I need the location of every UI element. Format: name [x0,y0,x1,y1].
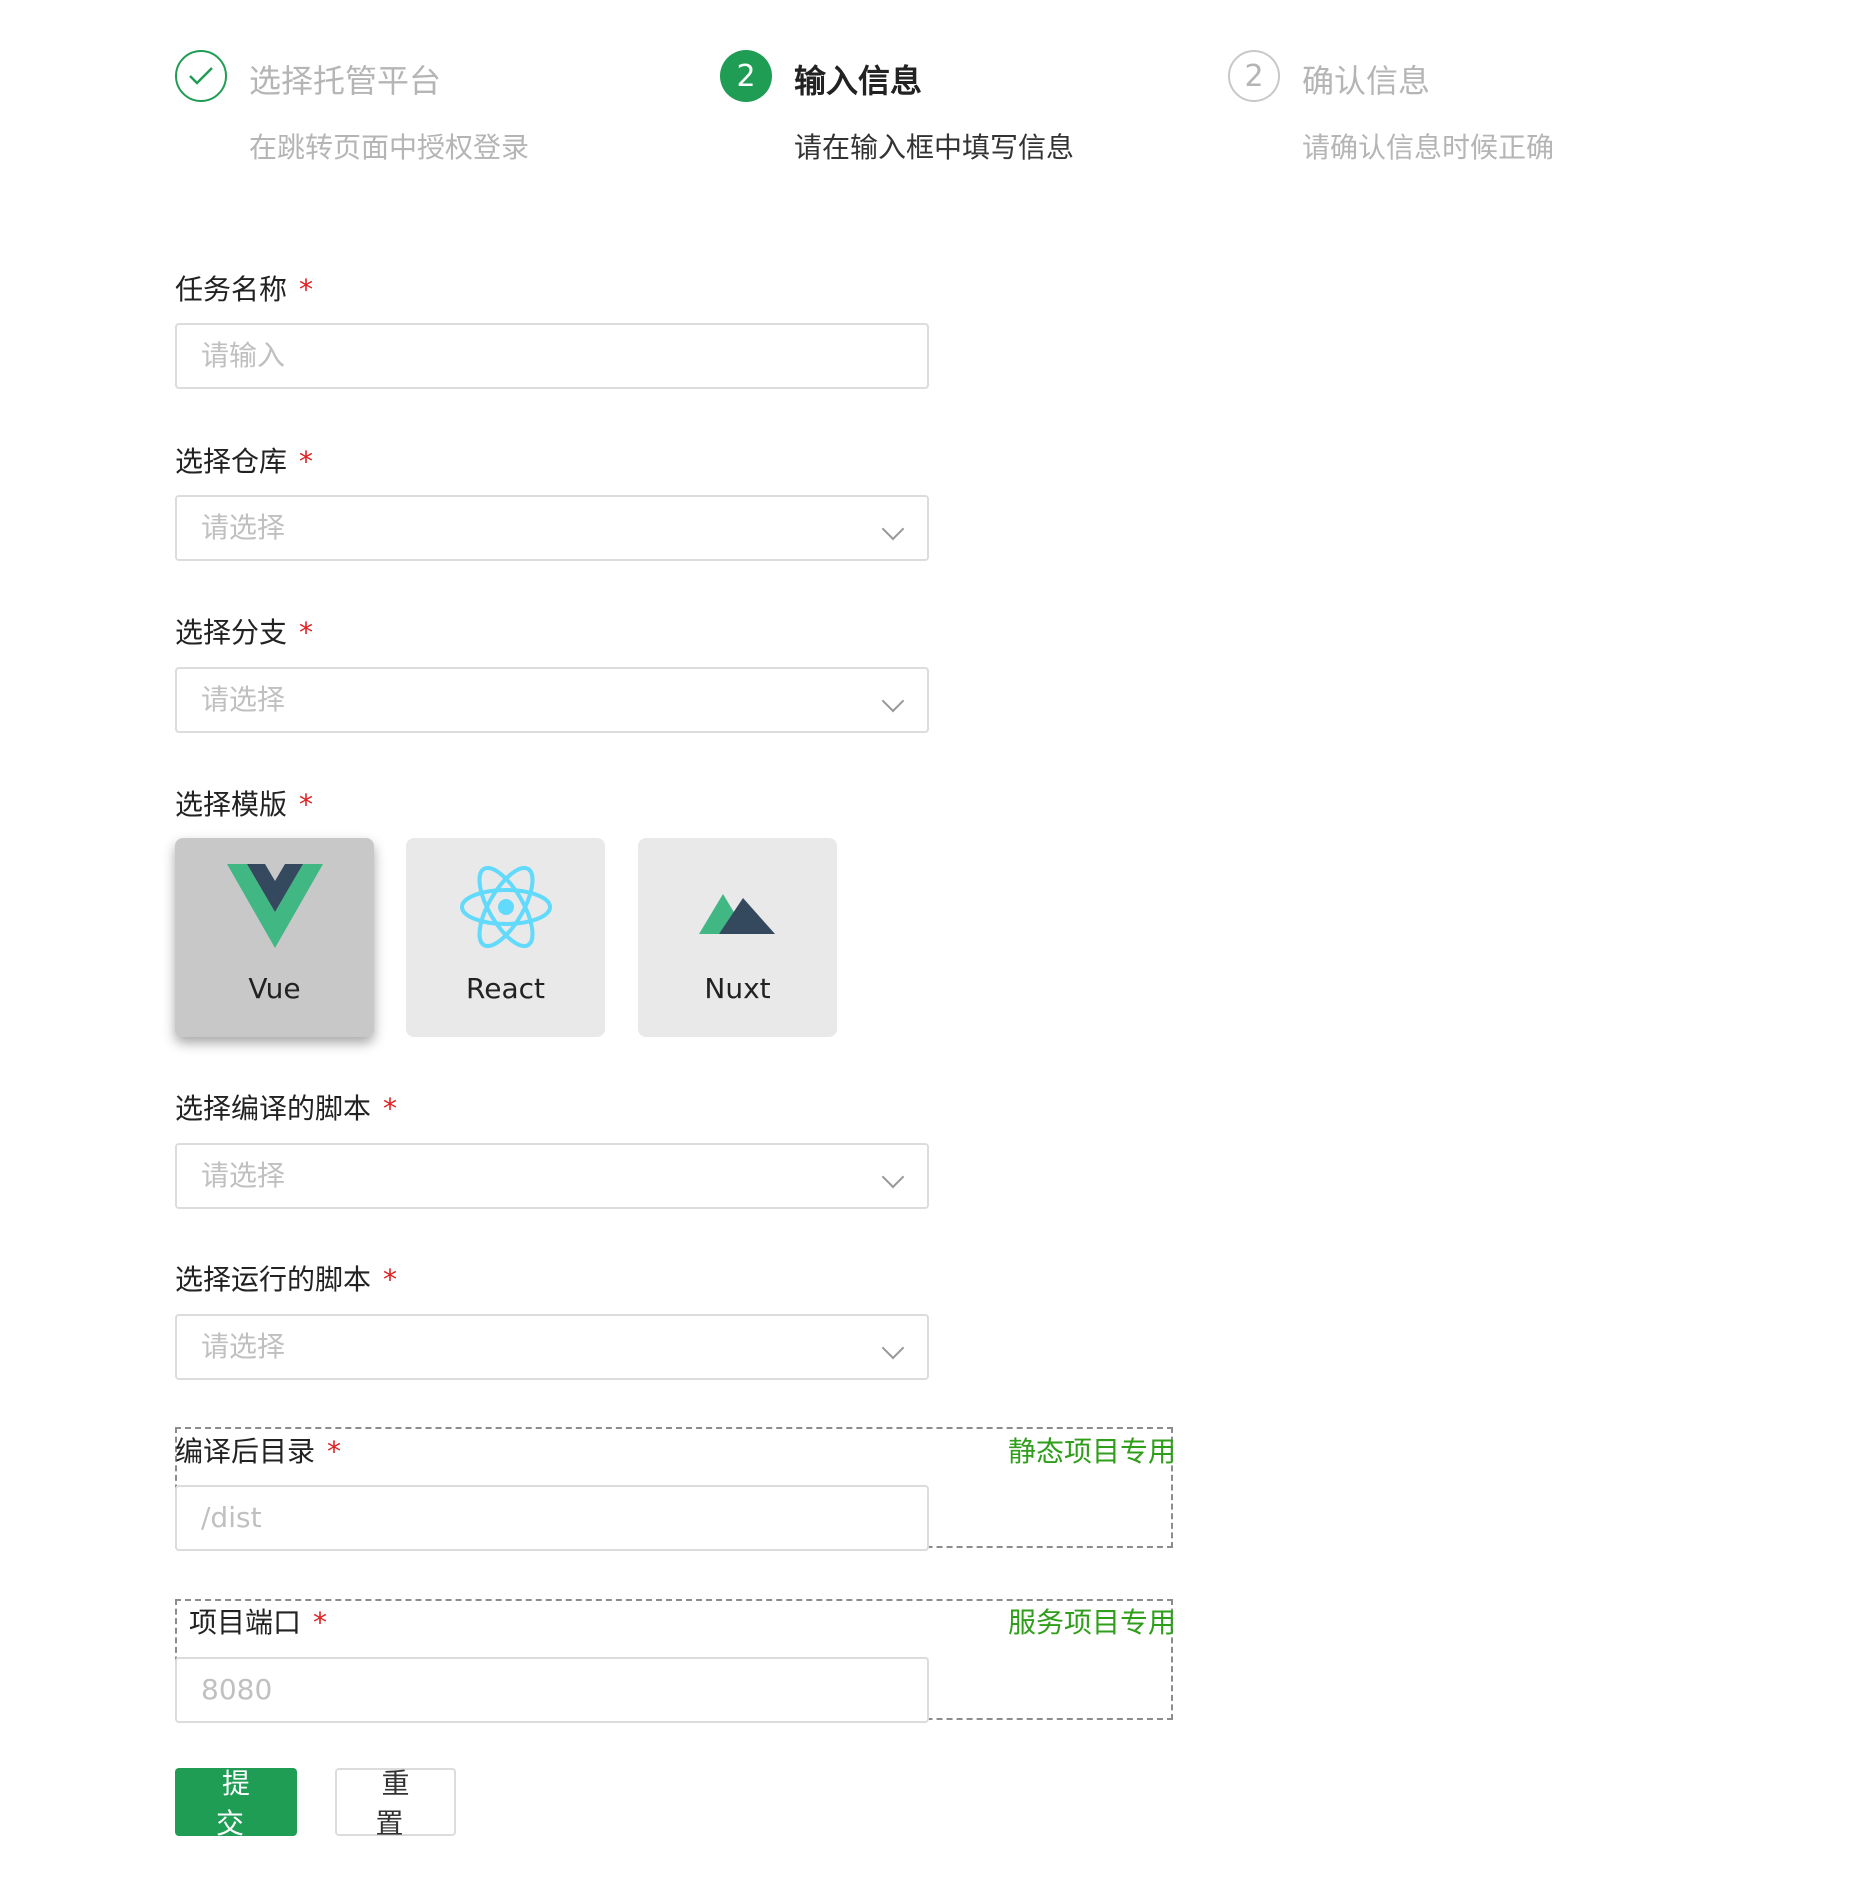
submit-button[interactable]: 提 交 [175,1767,297,1840]
step-number: 2 [1228,50,1280,102]
select-placeholder: 请选择 [201,1159,286,1192]
template-name: Nuxt [704,972,771,1005]
step-description: 请在输入框中填写信息 [794,131,1075,164]
field-label: 选择仓库 * [175,445,314,478]
field-label: 选择分支 * [175,616,314,649]
step-description: 请确认信息时候正确 [1302,131,1555,164]
run-script-field: 选择运行的脚本 * 请选择 [175,1258,929,1380]
run-script-select[interactable]: 请选择 [175,1314,929,1380]
port-field: 项目端口 * 8080 [175,1601,929,1723]
react-logo-icon [459,865,552,949]
build-script-field: 选择编译的脚本 * 请选择 [175,1087,929,1209]
input-placeholder: 8080 [201,1673,273,1706]
template-card-nuxt[interactable]: Nuxt [638,838,837,1037]
chevron-down-icon [881,517,905,541]
step-title: 输入信息 [794,62,923,100]
required-mark: * [383,1263,398,1296]
chevron-down-icon [881,1336,905,1360]
output-dir-input[interactable]: /dist [175,1485,929,1551]
select-placeholder: 请选择 [201,511,286,544]
service-project-tag: 服务项目专用 [1008,1606,1177,1639]
output-dir-field: 编译后目录 * /dist [175,1430,929,1551]
check-icon [175,50,227,102]
required-mark: * [313,1606,328,1639]
required-mark: * [299,616,314,649]
step-title: 选择托管平台 [249,62,442,100]
step-title: 确认信息 [1302,62,1431,100]
port-input[interactable]: 8080 [175,1657,929,1723]
input-placeholder: 请输入 [201,339,286,372]
build-script-select[interactable]: 请选择 [175,1143,929,1209]
template-name: Vue [248,972,301,1005]
chevron-down-icon [881,689,905,713]
step-description: 在跳转页面中授权登录 [249,131,530,164]
select-placeholder: 请选择 [201,683,286,716]
branch-select[interactable]: 请选择 [175,667,929,733]
task-name-input[interactable]: 请输入 [175,323,929,389]
static-project-tag: 静态项目专用 [1008,1435,1177,1468]
template-card-react[interactable]: React [406,838,605,1037]
step-number: 2 [720,50,772,102]
field-label: 任务名称 * [175,273,314,306]
field-label: 选择运行的脚本 * [175,1263,398,1296]
branch-field: 选择分支 * 请选择 [175,611,929,733]
field-label: 选择编译的脚本 * [175,1092,398,1125]
chevron-down-icon [881,1165,905,1189]
repo-field: 选择仓库 * 请选择 [175,440,929,561]
reset-button[interactable]: 重 置 [335,1767,456,1840]
required-mark: * [327,1435,342,1468]
required-mark: * [299,445,314,478]
repo-select[interactable]: 请选择 [175,495,929,561]
input-placeholder: /dist [201,1501,262,1534]
template-card-vue[interactable]: Vue [175,838,374,1037]
vue-logo-icon [226,864,323,948]
field-label: 编译后目录 * [175,1435,342,1468]
steps-bar: 选择托管平台 在跳转页面中授权登录 2 输入信息 请在输入框中填写信息 2 确认… [175,50,1675,180]
required-mark: * [383,1092,398,1125]
task-name-field: 任务名称 * 请输入 [175,268,929,389]
template-name: React [466,972,545,1005]
nuxt-logo-icon [698,894,775,934]
required-mark: * [299,788,314,821]
field-label: 项目端口 * [189,1606,328,1639]
required-mark: * [299,273,314,306]
select-placeholder: 请选择 [201,1330,286,1363]
field-label: 选择模版 * [175,788,314,821]
template-field: 选择模版 * [175,783,313,823]
